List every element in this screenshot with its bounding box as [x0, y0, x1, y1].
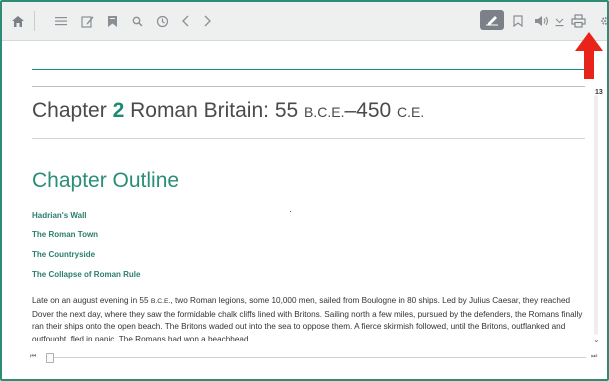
chapter-title: Chapter 2 Roman Britain: 55 B.C.E.–450 C… — [32, 99, 424, 123]
chapter-bce: B.C.E. — [304, 104, 345, 120]
highlighter-icon[interactable] — [480, 10, 504, 30]
page-slider-track[interactable] — [46, 357, 586, 358]
next-icon[interactable] — [202, 11, 212, 31]
scroll-down-icon[interactable]: ⌄ — [593, 335, 600, 344]
vertical-scrollbar[interactable] — [594, 95, 598, 335]
reader-window: Chapter 2 Roman Britain: 55 B.C.E.–450 C… — [0, 0, 609, 381]
skip-end-icon[interactable]: ⏭ — [591, 353, 597, 361]
body-text-start: Late on an august evening in 55 — [32, 296, 151, 305]
body-bce: B.C.E. — [150, 298, 171, 305]
title-rule — [32, 138, 585, 139]
audio-icon[interactable] — [534, 11, 550, 31]
toolbar-separator — [34, 11, 35, 31]
toolbar — [2, 2, 607, 41]
chapter-ce: C.E. — [397, 104, 425, 120]
body-paragraph: Late on an august evening in 55 B.C.E., … — [32, 295, 585, 341]
outline-link-collapse[interactable]: The Collapse of Roman Rule — [32, 270, 140, 279]
notes-icon[interactable] — [80, 11, 94, 31]
chapter-title-text: Roman Britain: 55 — [130, 99, 305, 122]
bookmarks-icon[interactable] — [106, 11, 120, 31]
settings-icon[interactable] — [600, 11, 607, 31]
outline-link-hadrians-wall[interactable]: Hadrian's Wall — [32, 211, 87, 220]
home-icon[interactable] — [10, 11, 26, 31]
skip-start-icon[interactable]: ⏮ — [30, 353, 36, 361]
list-icon[interactable] — [54, 11, 68, 31]
print-icon[interactable] — [570, 11, 586, 31]
header-rule-secondary — [32, 86, 585, 87]
page-slider-handle[interactable] — [46, 353, 54, 363]
outline-link-roman-town[interactable]: The Roman Town — [32, 230, 98, 239]
bookmark-icon[interactable] — [512, 11, 524, 31]
history-icon[interactable] — [155, 11, 169, 31]
stray-dot — [290, 211, 291, 212]
chapter-word: Chapter — [32, 99, 107, 122]
page-content: Chapter 2 Roman Britain: 55 B.C.E.–450 C… — [2, 41, 585, 341]
prev-icon[interactable] — [180, 11, 190, 31]
chapter-number: 2 — [112, 99, 125, 122]
outline-heading: Chapter Outline — [32, 169, 180, 192]
chapter-dash: –450 — [344, 99, 398, 122]
outline-link-countryside[interactable]: The Countryside — [32, 250, 95, 259]
download-icon[interactable] — [554, 11, 564, 31]
header-rule — [32, 69, 585, 70]
search-icon[interactable] — [130, 11, 144, 31]
